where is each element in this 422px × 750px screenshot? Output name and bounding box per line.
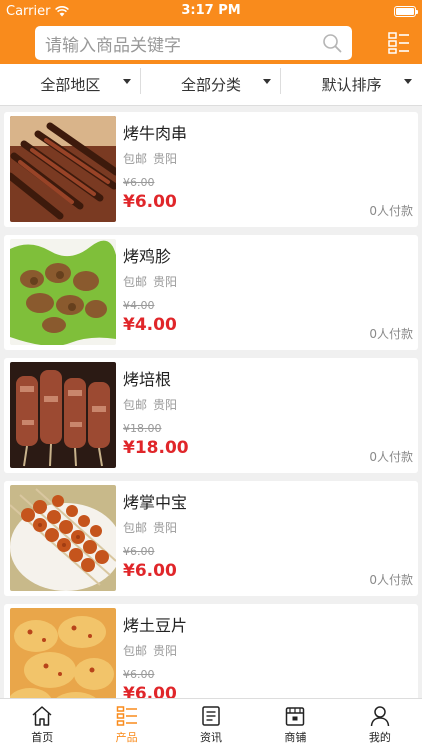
paid-count: 0人付款 <box>369 204 413 218</box>
original-price: ¥4.00 <box>123 299 155 312</box>
shipping-label: 包邮 <box>123 275 148 289</box>
tab-home-label: 首页 <box>31 730 54 744</box>
product-image <box>10 485 116 591</box>
original-price: ¥18.00 <box>123 422 162 435</box>
filter-region-label: 全部地区 <box>40 76 101 94</box>
city-label: 贵阳 <box>153 521 178 535</box>
user-icon <box>370 705 390 726</box>
search-placeholder: 请输入商品关键字 <box>45 35 181 56</box>
caret-down-icon <box>404 79 413 84</box>
tab-shops-label: 商铺 <box>284 730 307 744</box>
tab-news-label: 资讯 <box>200 730 223 744</box>
product-card[interactable]: 烤鸡胗 包邮 贵阳 ¥4.00 ¥4.00 0人付款 <box>4 235 418 350</box>
product-name: 烤牛肉串 <box>123 124 188 143</box>
home-icon <box>32 705 52 726</box>
sale-price: ¥6.00 <box>123 192 177 212</box>
filter-sort-label: 默认排序 <box>321 76 382 94</box>
original-price: ¥6.00 <box>123 176 155 189</box>
category-menu-icon[interactable] <box>388 32 410 54</box>
shop-icon <box>286 706 305 726</box>
shipping-label: 包邮 <box>123 398 148 412</box>
product-name: 烤鸡胗 <box>123 247 172 266</box>
tab-products-label: 产品 <box>115 730 138 744</box>
tab-news[interactable]: 资讯 <box>169 699 253 750</box>
search-input[interactable]: 请输入商品关键字 <box>35 26 352 60</box>
filter-bar: 全部地区 全部分类 默认排序 <box>0 64 422 106</box>
product-image <box>10 239 116 345</box>
product-card[interactable]: 烤培根 包邮 贵阳 ¥18.00 ¥18.00 0人付款 <box>4 358 418 473</box>
product-image <box>10 362 116 468</box>
tab-profile[interactable]: 我的 <box>338 699 422 750</box>
city-label: 贵阳 <box>153 275 178 289</box>
tab-profile-label: 我的 <box>368 730 391 744</box>
product-name: 烤培根 <box>123 370 172 389</box>
product-image <box>10 116 116 222</box>
product-name: 烤掌中宝 <box>123 493 188 512</box>
battery-icon <box>394 5 418 17</box>
list-icon <box>116 705 137 726</box>
search-icon[interactable] <box>322 33 342 53</box>
caret-down-icon <box>122 79 131 84</box>
filter-region[interactable]: 全部地区 <box>0 68 141 95</box>
original-price: ¥6.00 <box>123 668 155 681</box>
city-label: 贵阳 <box>153 644 178 658</box>
city-label: 贵阳 <box>153 152 178 166</box>
shipping-label: 包邮 <box>123 152 148 166</box>
filter-sort[interactable]: 默认排序 <box>281 74 422 95</box>
original-price: ¥6.00 <box>123 545 155 558</box>
paid-count: 0人付款 <box>369 450 413 464</box>
sale-price: ¥6.00 <box>123 561 177 581</box>
tab-shops[interactable]: 商铺 <box>253 699 337 750</box>
filter-category-label: 全部分类 <box>181 76 242 94</box>
product-card[interactable]: 烤掌中宝 包邮 贵阳 ¥6.00 ¥6.00 0人付款 <box>4 481 418 596</box>
tab-home[interactable]: 首页 <box>0 699 84 750</box>
paid-count: 0人付款 <box>369 573 413 587</box>
tab-bar: 首页 产品 资讯 商铺 我的 <box>0 698 422 750</box>
product-card[interactable]: 烤牛肉串 包邮 贵阳 ¥6.00 ¥6.00 0人付款 <box>4 112 418 227</box>
filter-category[interactable]: 全部分类 <box>141 68 282 95</box>
sale-price: ¥18.00 <box>123 438 189 458</box>
shipping-label: 包邮 <box>123 644 148 658</box>
city-label: 贵阳 <box>153 398 178 412</box>
header: Carrier 3:17 PM 请输入商品关键字 <box>0 0 422 64</box>
paid-count: 0人付款 <box>369 327 413 341</box>
product-image <box>10 608 116 698</box>
caret-down-icon <box>263 79 272 84</box>
sale-price: ¥4.00 <box>123 315 177 335</box>
product-list: 烤牛肉串 包邮 贵阳 ¥6.00 ¥6.00 0人付款 烤鸡胗 包邮 贵阳 ¥4… <box>0 106 422 698</box>
product-name: 烤土豆片 <box>123 616 188 635</box>
wifi-icon <box>55 5 70 16</box>
carrier-label: Carrier <box>6 3 51 19</box>
status-bar: Carrier 3:17 PM <box>0 0 422 22</box>
tab-products[interactable]: 产品 <box>84 699 168 750</box>
product-card[interactable]: 烤土豆片 包邮 贵阳 ¥6.00 ¥6.00 <box>4 604 418 698</box>
sale-price: ¥6.00 <box>123 684 177 698</box>
shipping-label: 包邮 <box>123 521 148 535</box>
news-icon <box>202 705 220 726</box>
